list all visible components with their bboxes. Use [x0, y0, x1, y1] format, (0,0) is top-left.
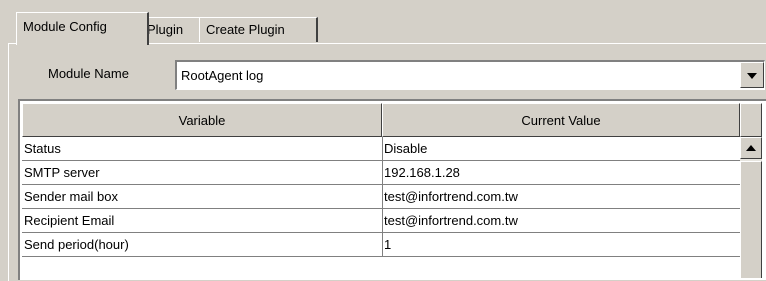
- module-config-window: Module Config Plugin Create Plugin Modul…: [0, 0, 766, 281]
- variables-table: Variable Current Value Status Disable SM…: [18, 99, 766, 280]
- vertical-scrollbar[interactable]: [740, 137, 762, 278]
- variable-cell: Recipient Email: [22, 209, 383, 232]
- table-row[interactable]: Recipient Email test@infortrend.com.tw: [22, 209, 743, 233]
- chevron-down-icon: [747, 73, 757, 79]
- header-corner: [740, 103, 762, 137]
- tab-plugin[interactable]: Plugin: [140, 17, 201, 42]
- tab-create-plugin[interactable]: Create Plugin: [199, 17, 318, 42]
- table-row[interactable]: Send period(hour) 1: [22, 233, 743, 257]
- scroll-up-button[interactable]: [740, 137, 762, 159]
- variable-cell: Status: [22, 137, 383, 160]
- module-dropdown-button[interactable]: [740, 62, 764, 88]
- value-cell[interactable]: test@infortrend.com.tw: [382, 209, 743, 232]
- value-cell[interactable]: 192.168.1.28: [382, 161, 743, 184]
- tab-module-config[interactable]: Module Config: [16, 12, 149, 45]
- variable-cell: Send period(hour): [22, 233, 383, 256]
- scroll-thumb[interactable]: [740, 161, 762, 278]
- value-cell[interactable]: test@infortrend.com.tw: [382, 185, 743, 208]
- value-cell[interactable]: 1: [382, 233, 743, 256]
- variable-cell: SMTP server: [22, 161, 383, 184]
- table-row[interactable]: SMTP server 192.168.1.28: [22, 161, 743, 185]
- table-header: Variable Current Value: [22, 103, 762, 137]
- module-name-value: RootAgent log: [181, 68, 264, 83]
- column-header-current-value[interactable]: Current Value: [382, 103, 740, 137]
- chevron-up-icon: [746, 145, 756, 151]
- value-cell[interactable]: Disable: [382, 137, 743, 160]
- module-name-select[interactable]: RootAgent log: [175, 60, 765, 90]
- table-row[interactable]: Status Disable: [22, 137, 743, 161]
- table-body: Status Disable SMTP server 192.168.1.28 …: [22, 137, 743, 257]
- variable-cell: Sender mail box: [22, 185, 383, 208]
- column-header-variable[interactable]: Variable: [22, 103, 382, 137]
- module-name-label: Module Name: [48, 66, 129, 81]
- table-row[interactable]: Sender mail box test@infortrend.com.tw: [22, 185, 743, 209]
